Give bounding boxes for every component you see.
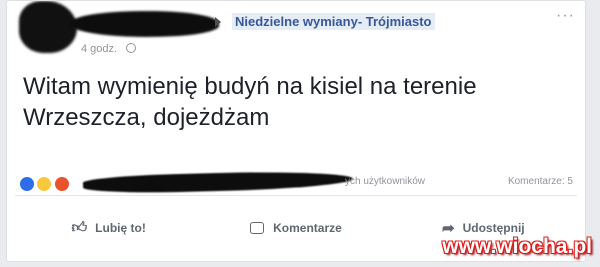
reaction-icons[interactable]	[19, 175, 70, 193]
comments-count[interactable]: Komentarze: 5	[508, 176, 573, 187]
share-label: Udostępnij	[462, 221, 525, 235]
like-button[interactable]: 👍︎ Lubię to!	[15, 213, 202, 243]
comment-button[interactable]: Komentarze	[202, 213, 389, 243]
facebook-post: Niedzielne wymiany- Trójmiasto ··· 4 god…	[6, 0, 586, 262]
post-meta: 4 godz.	[81, 43, 137, 55]
globe-icon	[126, 43, 137, 53]
angry-reaction-icon	[53, 175, 70, 192]
like-reaction-icon	[19, 175, 35, 192]
comment-icon	[250, 222, 265, 234]
avatar-redacted[interactable]	[19, 1, 77, 53]
reactors-redacted	[82, 169, 354, 195]
like-label: Lubię to!	[95, 221, 146, 235]
group-link[interactable]: Niedzielne wymiany- Trójmiasto	[232, 13, 435, 30]
comment-label: Komentarze	[273, 221, 342, 235]
author-name-redacted[interactable]	[68, 9, 220, 39]
watermark: www.wiocha.pl	[442, 235, 592, 258]
arrow-right-icon	[215, 17, 221, 27]
thumbs-up-icon: 👍︎	[71, 219, 88, 236]
more-options-icon[interactable]: ···	[556, 7, 575, 25]
reactors-summary[interactable]: ych użytkowników	[345, 176, 425, 187]
post-timestamp[interactable]: 4 godz.	[81, 43, 117, 55]
haha-reaction-icon	[36, 175, 53, 192]
post-text: Witam wymienię budyń na kisiel na tereni…	[23, 73, 477, 131]
reactions-bar: ych użytkowników Komentarze: 5	[15, 169, 577, 196]
